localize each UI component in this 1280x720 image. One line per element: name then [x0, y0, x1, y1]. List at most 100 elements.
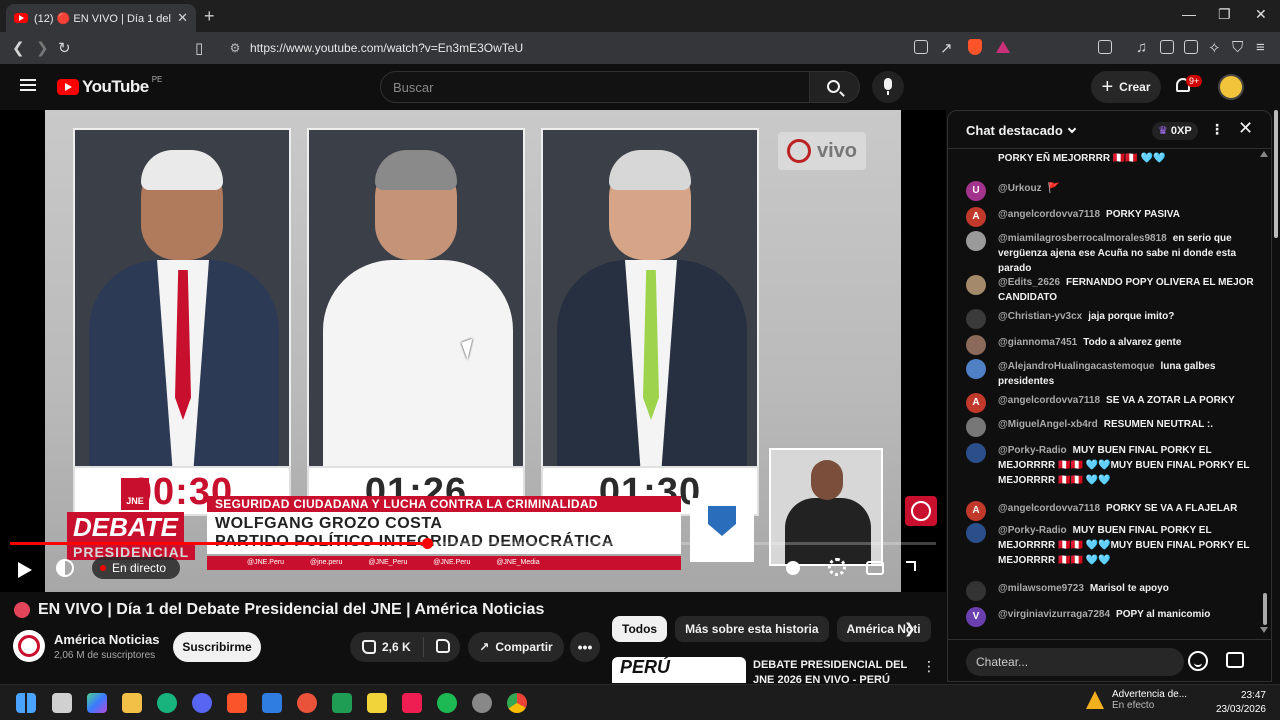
chat-message[interactable]: @AlejandroHualingacastemoque luna galbes …: [966, 359, 1256, 389]
brave-rewards-icon[interactable]: [996, 41, 1010, 53]
chat-author-avatar[interactable]: A: [966, 393, 986, 413]
share-page-icon[interactable]: ↗: [940, 39, 953, 57]
autoplay-toggle-icon[interactable]: [786, 561, 800, 575]
user-avatar[interactable]: [1218, 74, 1244, 100]
video-player[interactable]: 00:30 01:26 01:30 vivo JNE DEBATE PRESID…: [0, 110, 946, 592]
share-button[interactable]: ↗ Compartir: [468, 632, 564, 662]
chat-author-avatar[interactable]: [966, 231, 986, 251]
xp-badge[interactable]: ♛ 0XP: [1152, 122, 1198, 140]
dislike-button[interactable]: [424, 638, 450, 656]
search-button[interactable]: [810, 71, 860, 103]
chip-america-noticias[interactable]: América Noti: [836, 616, 931, 642]
chat-message[interactable]: PORKY EÑ MEJORRRR 🇵🇪🇵🇪 🩵🩵: [966, 151, 1256, 166]
reload-icon[interactable]: ↻: [58, 39, 71, 57]
chat-author-avatar[interactable]: [966, 359, 986, 379]
maximize-button[interactable]: ❐: [1218, 6, 1231, 23]
chat-scrollbar[interactable]: [1263, 153, 1267, 633]
address-bar[interactable]: ⚙ https://www.youtube.com/watch?v=En3mE3…: [220, 36, 1020, 60]
create-button[interactable]: + Crear: [1091, 71, 1161, 103]
more-actions-button[interactable]: •••: [570, 632, 600, 662]
app-icon[interactable]: [297, 693, 317, 713]
sidebar-icon[interactable]: [1160, 40, 1174, 54]
chat-message[interactable]: A @angelcordovva7118 PORKY SE VA A FLAJELA…: [966, 501, 1256, 521]
page-scrollbar[interactable]: [1272, 110, 1280, 682]
file-explorer-icon[interactable]: [122, 693, 142, 713]
progress-bar[interactable]: [10, 538, 936, 549]
chrome-icon[interactable]: [507, 693, 527, 713]
task-view-icon[interactable]: [52, 693, 72, 713]
chat-author-name[interactable]: @angelcordovva7118: [998, 395, 1100, 406]
miniplayer-icon[interactable]: [866, 561, 884, 575]
chat-author-name[interactable]: @MiguelAngel-xb4rd: [998, 419, 1098, 430]
vpn-icon[interactable]: ⛉: [1232, 39, 1243, 56]
like-button[interactable]: 2,6 K: [350, 637, 424, 657]
leo-ai-icon[interactable]: ✧: [1208, 39, 1221, 57]
app-icon[interactable]: [472, 693, 492, 713]
chat-author-name[interactable]: @Porky-Radio: [998, 445, 1067, 456]
brave-icon[interactable]: [227, 693, 247, 713]
chat-author-avatar[interactable]: [966, 275, 986, 295]
spotify-icon[interactable]: [437, 693, 457, 713]
tab-search-icon[interactable]: [1098, 40, 1112, 54]
chat-message[interactable]: @miamilagrosberrocalmorales9818 en serio …: [966, 231, 1256, 276]
cast-icon[interactable]: [914, 40, 928, 54]
discord-icon[interactable]: [192, 693, 212, 713]
chat-message[interactable]: @milawsome9723 Marisol te apoyo: [966, 581, 1256, 601]
chat-options-icon[interactable]: ⋮: [1210, 121, 1224, 138]
youtube-logo[interactable]: YouTube PE: [57, 75, 162, 97]
chat-author-avatar[interactable]: [966, 581, 986, 601]
close-window-button[interactable]: ✕: [1255, 6, 1267, 23]
windows-start-icon[interactable]: [16, 693, 36, 713]
tiktok-icon[interactable]: [402, 693, 422, 713]
chat-scroll-thumb[interactable]: [1263, 593, 1267, 625]
brave-shields-icon[interactable]: [968, 39, 982, 55]
chat-message[interactable]: U @Urkouz 🚩: [966, 181, 1256, 201]
chat-author-avatar[interactable]: [966, 309, 986, 329]
recommended-more-icon[interactable]: ⋮: [922, 658, 936, 675]
chat-author-name[interactable]: @miamilagrosberrocalmorales9818: [998, 233, 1167, 244]
chat-author-name[interactable]: @virginiavizurraga7284: [998, 609, 1110, 620]
back-icon[interactable]: ❮: [12, 39, 25, 57]
live-indicator[interactable]: En directo: [92, 557, 181, 579]
chat-author-name[interactable]: @Christian-yv3cx: [998, 311, 1082, 322]
copilot-icon[interactable]: [87, 693, 107, 713]
chat-author-avatar[interactable]: U: [966, 181, 986, 201]
chat-message[interactable]: @Porky-Radio MUY BUEN FINAL PORKY EL MEJO…: [966, 443, 1256, 488]
chat-author-name[interactable]: @Edits_2626: [998, 277, 1060, 288]
channel-avatar[interactable]: [13, 630, 45, 662]
volume-icon[interactable]: [56, 559, 74, 577]
chat-author-avatar[interactable]: A: [966, 501, 986, 521]
close-chat-icon[interactable]: ✕: [1238, 118, 1253, 139]
voice-search-button[interactable]: [872, 71, 904, 103]
chat-author-avatar[interactable]: V: [966, 607, 986, 627]
new-tab-button[interactable]: +: [204, 6, 215, 27]
minimize-button[interactable]: —: [1182, 6, 1196, 22]
progress-scrubber[interactable]: [421, 538, 433, 549]
system-clock[interactable]: 23:47 23/03/2026: [1214, 689, 1266, 717]
chips-next-icon[interactable]: ❯: [904, 620, 916, 637]
chat-input[interactable]: [966, 648, 1184, 676]
bookmark-icon[interactable]: ▯: [195, 39, 203, 57]
emoji-icon[interactable]: [1188, 651, 1208, 671]
sticky-notes-icon[interactable]: [367, 693, 387, 713]
channel-name[interactable]: América Noticias: [54, 632, 160, 647]
page-scroll-thumb[interactable]: [1274, 110, 1278, 238]
media-icon[interactable]: ♫: [1136, 39, 1147, 56]
chat-message[interactable]: @Christian-yv3cx jaja porque imito?: [966, 309, 1256, 329]
chat-message[interactable]: @Edits_2626 FERNANDO POPY OLIVERA EL MEJO…: [966, 275, 1256, 305]
notification-toast[interactable]: Advertencia de... En efecto: [1086, 689, 1187, 711]
fullscreen-icon[interactable]: [906, 561, 916, 571]
chat-author-name[interactable]: @Porky-Radio: [998, 525, 1067, 536]
chat-author-name[interactable]: @angelcordovva7118: [998, 209, 1100, 220]
chat-author-avatar[interactable]: [966, 523, 986, 543]
tab-close-icon[interactable]: ✕: [177, 10, 188, 26]
chip-todos[interactable]: Todos: [612, 616, 668, 642]
chat-message[interactable]: A @angelcordovva7118 PORKY PASIVA: [966, 207, 1256, 227]
chat-message[interactable]: A @angelcordovva7118 SE VA A ZOTAR LA PORK…: [966, 393, 1256, 413]
chat-author-avatar[interactable]: [966, 443, 986, 463]
chat-mode-dropdown[interactable]: Chat destacado: [966, 123, 1077, 138]
chat-author-name[interactable]: @Urkouz: [998, 183, 1042, 194]
chat-author-avatar[interactable]: [966, 335, 986, 355]
app-icon[interactable]: [157, 693, 177, 713]
recommended-video-thumbnail[interactable]: PERÚ: [612, 657, 746, 683]
